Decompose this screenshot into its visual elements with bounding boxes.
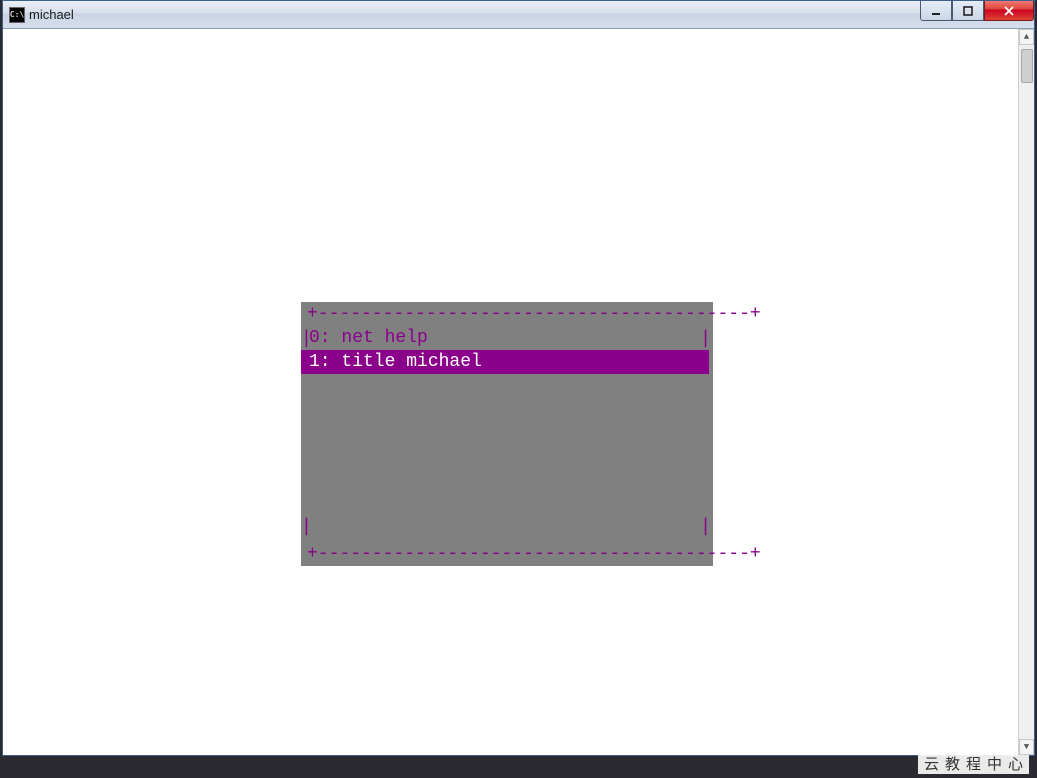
popup-border-top: +---------------------------------------… xyxy=(301,302,713,326)
console-window: C:\ michael Microsoft Windows [Version 6… xyxy=(2,0,1035,756)
maximize-button[interactable] xyxy=(952,1,984,21)
history-item-0[interactable]: 0: net help xyxy=(301,326,713,350)
scroll-down-icon[interactable]: ▼ xyxy=(1019,739,1034,755)
cmd-icon: C:\ xyxy=(9,7,25,23)
terminal[interactable]: Microsoft Windows [Version 6.1.7601] Cop… xyxy=(3,29,1034,755)
window-title: michael xyxy=(29,8,74,21)
history-popup[interactable]: +---------------------------------------… xyxy=(301,302,713,566)
window-controls xyxy=(920,1,1034,23)
scroll-up-icon[interactable]: ▲ xyxy=(1019,29,1034,45)
minimize-button[interactable] xyxy=(920,1,952,21)
scroll-thumb[interactable] xyxy=(1021,49,1033,83)
popup-border-bottom: +---------------------------------------… xyxy=(301,542,761,566)
watermark: 云教程中心 xyxy=(918,755,1029,774)
cmd-icon-label: C:\ xyxy=(10,11,24,19)
history-item-1[interactable]: 1: title michael xyxy=(301,350,709,374)
titlebar[interactable]: C:\ michael xyxy=(3,1,1034,29)
popup-items: 0: net help 1: title michael xyxy=(301,326,713,542)
close-button[interactable] xyxy=(984,1,1034,21)
scrollbar[interactable]: ▲ ▼ xyxy=(1018,29,1034,755)
